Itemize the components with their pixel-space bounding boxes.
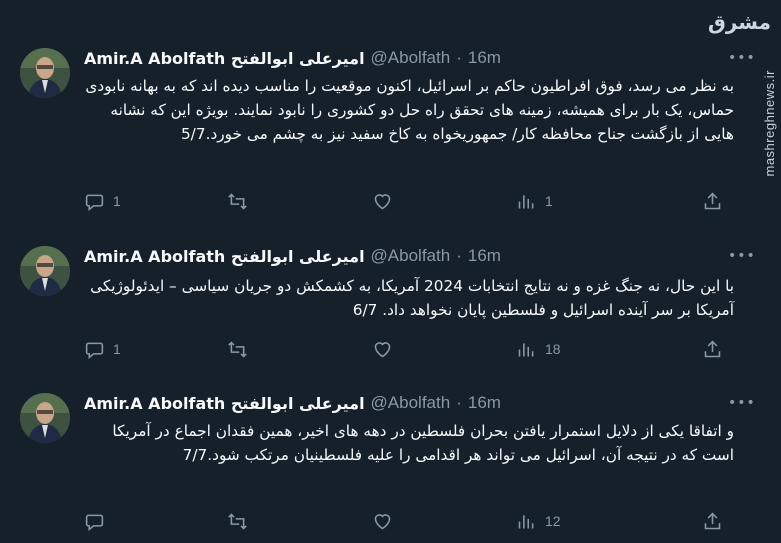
share-icon xyxy=(704,340,721,357)
views-button[interactable]: 1 xyxy=(516,189,553,213)
like-button[interactable] xyxy=(372,189,401,213)
retweet-icon xyxy=(228,192,247,210)
timestamp[interactable]: 16m xyxy=(468,393,501,413)
avatar[interactable] xyxy=(20,393,70,443)
tweet-header: Amir.A Abolfath امیرعلی ابوالفتح @Abolfa… xyxy=(84,46,501,70)
reply-button[interactable]: 1 xyxy=(84,337,121,361)
bar-chart-icon xyxy=(518,342,534,356)
timestamp[interactable]: 16m xyxy=(468,246,501,266)
like-button[interactable] xyxy=(372,509,401,533)
author-handle[interactable]: @Abolfath xyxy=(371,246,451,266)
retweet-button[interactable] xyxy=(227,509,256,533)
reply-count: 1 xyxy=(113,193,121,209)
reply-count: 1 xyxy=(113,341,121,357)
tweet-text: به نظر می رسد، فوق افراطیون حاکم بر اسرا… xyxy=(85,77,734,143)
separator: · xyxy=(456,48,462,67)
timestamp[interactable]: 16m xyxy=(468,48,501,68)
heart-icon xyxy=(374,193,391,209)
view-count: 12 xyxy=(545,513,561,529)
separator: · xyxy=(456,393,462,412)
retweet-icon xyxy=(228,512,247,530)
tweet[interactable]: Amir.A Abolfath امیرعلی ابوالفتح @Abolfa… xyxy=(0,391,760,541)
reply-icon xyxy=(85,194,104,211)
separator: · xyxy=(456,246,462,265)
retweet-icon xyxy=(228,340,247,358)
share-button[interactable] xyxy=(702,189,723,213)
avatar[interactable] xyxy=(20,246,70,296)
share-button[interactable] xyxy=(702,337,723,361)
reply-button[interactable] xyxy=(84,509,113,533)
heart-icon xyxy=(374,341,391,357)
share-icon xyxy=(704,192,721,209)
reply-button[interactable]: 1 xyxy=(84,189,121,213)
watermark-logo: مشرق xyxy=(707,10,771,34)
retweet-button[interactable] xyxy=(227,189,256,213)
heart-icon xyxy=(374,513,391,529)
share-button[interactable] xyxy=(702,509,723,533)
reply-icon xyxy=(85,342,104,359)
tweet-actions: 1 18 xyxy=(80,337,730,361)
views-button[interactable]: 12 xyxy=(516,509,561,533)
author-name[interactable]: Amir.A Abolfath امیرعلی ابوالفتح xyxy=(84,394,365,413)
watermark-site: mashreghnews.ir xyxy=(762,70,777,177)
views-button[interactable]: 18 xyxy=(516,337,561,361)
tweet[interactable]: Amir.A Abolfath امیرعلی ابوالفتح @Abolfa… xyxy=(0,244,760,374)
bar-chart-icon xyxy=(518,194,534,208)
tweet-header: Amir.A Abolfath امیرعلی ابوالفتح @Abolfa… xyxy=(84,391,501,415)
bar-chart-icon xyxy=(518,514,534,528)
tweet-actions: 1 1 xyxy=(80,189,730,213)
tweet-text: و اتفاقا یکی از دلایل استمرار یافتن بحرا… xyxy=(112,422,734,464)
tweet-actions: 12 xyxy=(80,509,730,533)
author-name[interactable]: Amir.A Abolfath امیرعلی ابوالفتح xyxy=(84,49,365,68)
retweet-button[interactable] xyxy=(227,337,256,361)
watermark: مشرق mashreghnews.ir xyxy=(708,0,779,543)
tweet[interactable]: Amir.A Abolfath امیرعلی ابوالفتح @Abolfa… xyxy=(0,46,760,221)
author-handle[interactable]: @Abolfath xyxy=(371,48,451,68)
view-count: 1 xyxy=(545,193,553,209)
reply-icon xyxy=(85,514,104,531)
author-handle[interactable]: @Abolfath xyxy=(371,393,451,413)
avatar[interactable] xyxy=(20,48,70,98)
share-icon xyxy=(704,512,721,529)
tweet-header: Amir.A Abolfath امیرعلی ابوالفتح @Abolfa… xyxy=(84,244,501,268)
view-count: 18 xyxy=(545,341,561,357)
tweet-text: با این حال، نه جنگ غزه و نه نتایج انتخاب… xyxy=(90,277,734,319)
author-name[interactable]: Amir.A Abolfath امیرعلی ابوالفتح xyxy=(84,247,365,266)
like-button[interactable] xyxy=(372,337,401,361)
